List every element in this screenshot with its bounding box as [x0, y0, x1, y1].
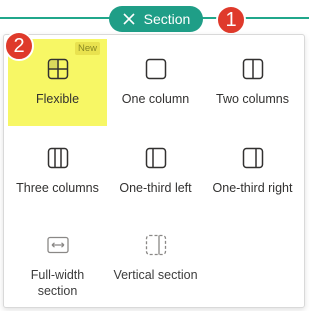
layout-label: One-third left — [119, 181, 192, 195]
layout-option-one-third-right[interactable]: One-third right — [203, 128, 302, 215]
layout-option-two-columns[interactable]: Two columns — [203, 39, 302, 126]
layout-option-full-width-section[interactable]: Full-width section — [8, 215, 107, 305]
layout-label-line1: Full-width — [30, 268, 85, 282]
two-columns-icon — [242, 57, 264, 81]
callout-badge-1: 1 — [216, 5, 246, 35]
section-layout-panel: New Flexible One column Two columns Thre… — [3, 34, 305, 308]
layout-option-vertical-section[interactable]: Vertical section — [106, 215, 205, 302]
layout-label-line2: section — [37, 284, 78, 298]
section-toggle-button[interactable]: Section — [109, 6, 203, 32]
vertical-section-icon — [145, 233, 167, 257]
layout-option-three-columns[interactable]: Three columns — [8, 128, 107, 215]
layout-label: Three columns — [16, 181, 99, 195]
one-third-right-icon — [242, 146, 264, 170]
new-badge: New — [74, 42, 100, 55]
layout-label: One column — [121, 92, 190, 106]
layout-option-one-third-left[interactable]: One-third left — [106, 128, 205, 215]
layout-option-one-column[interactable]: One column — [106, 39, 205, 126]
one-column-icon — [145, 57, 167, 81]
layout-label: Flexible — [35, 92, 80, 106]
section-label: Section — [143, 11, 191, 27]
layout-label: Full-width section — [31, 267, 85, 299]
full-width-section-icon — [46, 233, 69, 257]
layout-label: One-third right — [212, 181, 293, 195]
flexible-layout-icon — [47, 57, 69, 81]
three-columns-icon — [47, 146, 69, 170]
close-icon — [122, 12, 136, 26]
layout-label: Two columns — [216, 92, 289, 106]
one-third-left-icon — [145, 146, 167, 170]
callout-badge-2: 2 — [4, 31, 34, 61]
layout-label: Vertical section — [113, 268, 198, 282]
